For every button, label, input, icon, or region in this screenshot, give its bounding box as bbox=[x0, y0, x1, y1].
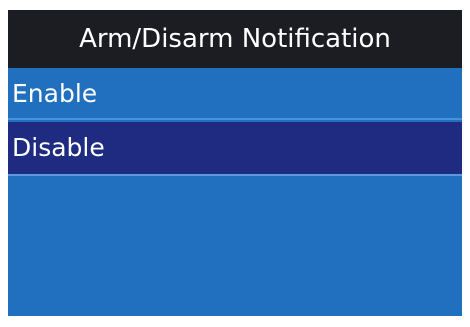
screen-title: Arm/Disarm Notification bbox=[8, 10, 462, 68]
device-screen: Arm/Disarm Notification Enable Disable bbox=[8, 10, 462, 316]
menu-item-enable[interactable]: Enable bbox=[8, 68, 462, 120]
menu-empty-area bbox=[8, 174, 462, 316]
menu-item-disable[interactable]: Disable bbox=[8, 122, 462, 174]
